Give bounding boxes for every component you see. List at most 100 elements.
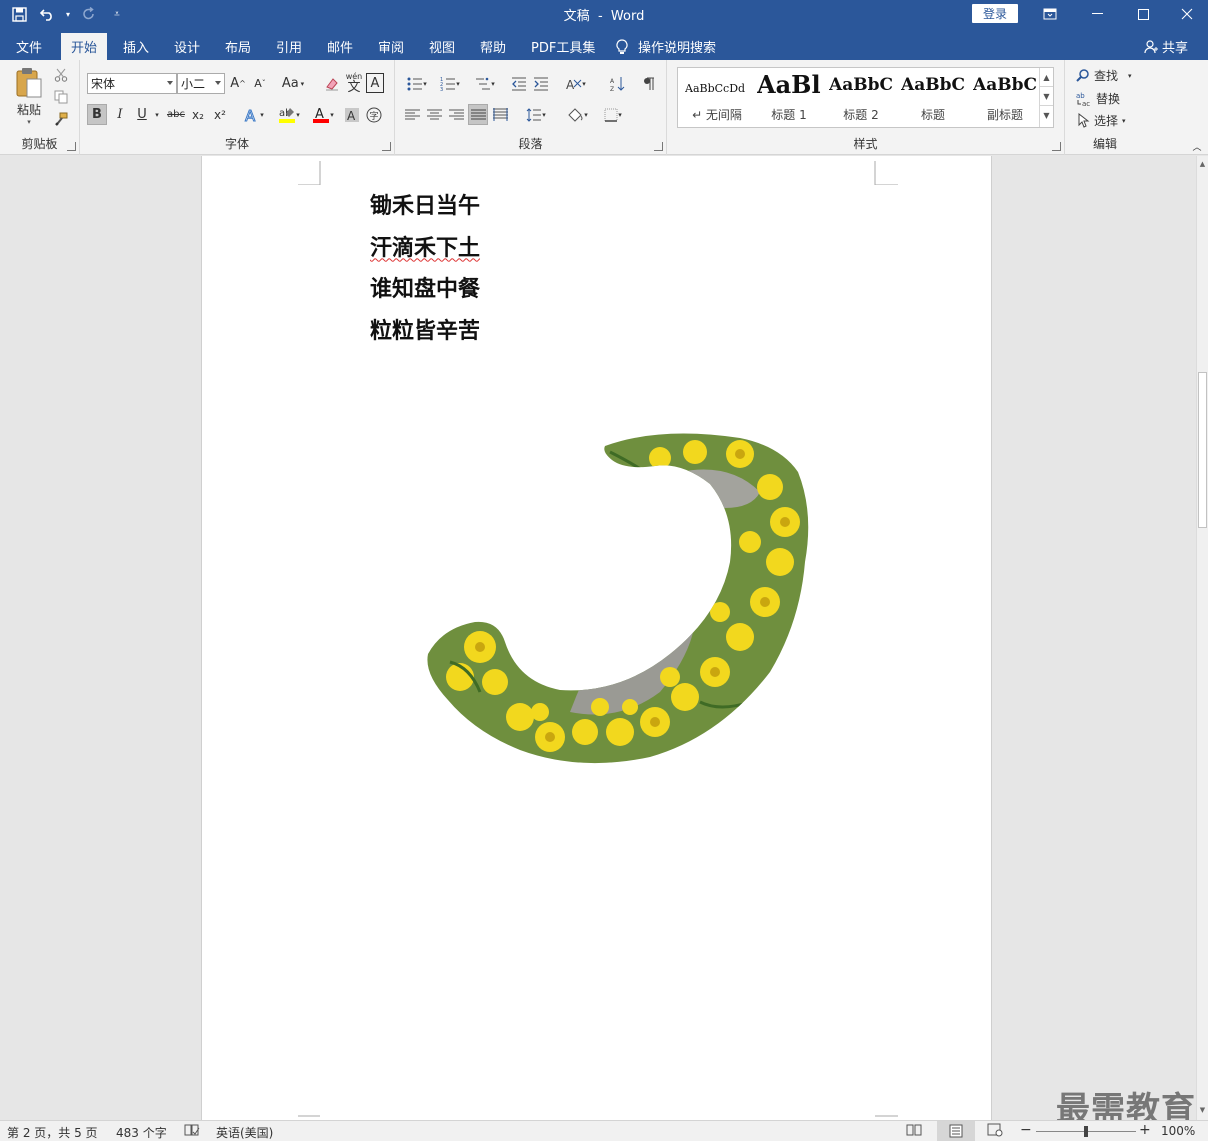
shrink-font-button[interactable]: Aˇ xyxy=(250,73,270,94)
line-spacing-button[interactable]: ▾ xyxy=(521,104,551,125)
chinese-layout-button[interactable]: A ▾ xyxy=(561,73,591,94)
paste-button[interactable]: 粘贴 ▾ xyxy=(10,65,48,127)
character-border-button[interactable]: A xyxy=(366,73,384,93)
enclose-characters-icon[interactable]: 字 xyxy=(364,104,384,125)
zoom-slider-thumb[interactable] xyxy=(1084,1126,1088,1137)
share-button[interactable]: 共享 xyxy=(1144,33,1188,60)
styles-launcher-icon[interactable] xyxy=(1052,142,1061,151)
print-layout-icon[interactable] xyxy=(937,1121,975,1141)
select-button[interactable]: 选择 ▾ xyxy=(1076,112,1126,129)
scroll-up-icon[interactable]: ▲ xyxy=(1197,158,1208,170)
change-case-button[interactable]: Aa ▾ xyxy=(278,73,308,94)
paragraph-launcher-icon[interactable] xyxy=(654,142,663,151)
numbering-button[interactable]: 1 2 3 ▾ xyxy=(435,73,465,94)
save-icon[interactable] xyxy=(8,4,30,24)
tell-me-search[interactable]: 操作说明搜索 xyxy=(616,33,716,60)
font-size-combo[interactable]: 小二 xyxy=(177,73,225,94)
tab-references[interactable]: 引用 xyxy=(266,33,312,60)
font-name-value: 宋体 xyxy=(91,77,116,91)
find-button[interactable]: 查找 ▾ xyxy=(1076,67,1132,84)
bullets-button[interactable]: ▾ xyxy=(402,73,432,94)
increase-indent-icon[interactable] xyxy=(531,73,551,94)
copy-icon[interactable] xyxy=(52,88,70,106)
poem-text[interactable]: 锄禾日当午 汗滴禾下土 谁知盘中餐 粒粒皆辛苦 xyxy=(370,192,480,358)
style-title[interactable]: AaBbC 标题 xyxy=(897,70,969,126)
font-launcher-icon[interactable] xyxy=(382,142,391,151)
read-mode-icon[interactable] xyxy=(906,1123,922,1140)
minimize-icon[interactable] xyxy=(1074,0,1120,28)
cut-icon[interactable] xyxy=(52,66,70,84)
tab-help[interactable]: 帮助 xyxy=(470,33,516,60)
replace-button[interactable]: ab ac 替换 xyxy=(1076,90,1120,107)
grow-font-button[interactable]: A ^ xyxy=(228,73,248,94)
language-indicator[interactable]: 英语(美国) xyxy=(216,1124,273,1141)
phonetic-guide-button[interactable]: wén 文 xyxy=(344,71,364,95)
customize-qat-icon[interactable]: ⩡ xyxy=(106,4,128,24)
tab-mailings[interactable]: 邮件 xyxy=(317,33,363,60)
redo-icon[interactable] xyxy=(78,4,100,24)
underline-dropdown-icon[interactable]: ▾ xyxy=(152,104,162,125)
tab-view[interactable]: 视图 xyxy=(419,33,465,60)
align-left-icon[interactable] xyxy=(402,104,422,125)
font-name-combo[interactable]: 宋体 xyxy=(87,73,177,94)
align-center-icon[interactable] xyxy=(424,104,444,125)
character-shading-icon[interactable]: A xyxy=(342,104,362,125)
zoom-level[interactable]: 100% xyxy=(1161,1124,1195,1138)
sort-icon[interactable]: AZ xyxy=(607,73,629,94)
shading-button[interactable]: ▾ xyxy=(561,104,593,125)
underline-button[interactable]: U xyxy=(132,104,152,125)
undo-icon[interactable] xyxy=(36,4,58,24)
document-page[interactable]: 锄禾日当午 汗滴禾下土 谁知盘中餐 粒粒皆辛苦 xyxy=(201,156,992,1120)
style-subtitle[interactable]: AaBbC 副标题 xyxy=(969,70,1041,126)
justify-icon[interactable] xyxy=(468,104,488,125)
strikethrough-button[interactable]: abc xyxy=(165,104,187,125)
tab-layout[interactable]: 布局 xyxy=(215,33,261,60)
tab-design[interactable]: 设计 xyxy=(164,33,210,60)
align-right-icon[interactable] xyxy=(446,104,466,125)
crescent-flower-image[interactable] xyxy=(420,432,810,766)
ribbon-display-options-icon[interactable] xyxy=(1027,0,1073,28)
lightbulb-icon xyxy=(616,38,628,54)
decrease-indent-icon[interactable] xyxy=(509,73,529,94)
show-formatting-marks-icon[interactable] xyxy=(639,73,659,94)
bold-button[interactable]: B xyxy=(87,104,107,125)
proofing-icon[interactable] xyxy=(184,1123,200,1140)
page-count[interactable]: 第 2 页，共 5 页 xyxy=(7,1124,98,1141)
superscript-button[interactable]: x² xyxy=(210,104,230,125)
undo-dropdown-icon[interactable]: ▾ xyxy=(64,4,72,24)
style-heading-2[interactable]: AaBbC 标题 2 xyxy=(825,70,897,126)
scroll-thumb[interactable] xyxy=(1198,372,1207,528)
subscript-button[interactable]: x₂ xyxy=(188,104,208,125)
style-heading-1[interactable]: AaBl 标题 1 xyxy=(753,70,825,126)
login-button[interactable]: 登录 xyxy=(972,4,1018,23)
style-no-spacing[interactable]: AaBbCcDd ↵ 无间隔 xyxy=(681,70,753,126)
clear-formatting-icon[interactable] xyxy=(322,73,342,94)
zoom-out-button[interactable]: − xyxy=(1020,1122,1032,1138)
highlight-color-button[interactable]: ab ▾ xyxy=(274,104,304,125)
tab-pdf-tools[interactable]: PDF工具集 xyxy=(521,33,605,60)
vertical-scrollbar[interactable]: ▲ ▼ xyxy=(1196,156,1208,1120)
word-count[interactable]: 483 个字 xyxy=(116,1124,167,1141)
tab-review[interactable]: 审阅 xyxy=(368,33,414,60)
tab-insert[interactable]: 插入 xyxy=(113,33,159,60)
zoom-in-button[interactable]: + xyxy=(1139,1122,1151,1138)
gallery-scroll-down-icon[interactable]: ▼ xyxy=(1040,87,1053,106)
distributed-icon[interactable] xyxy=(490,104,510,125)
maximize-icon[interactable] xyxy=(1120,0,1166,28)
gallery-scroll-up-icon[interactable]: ▲ xyxy=(1040,68,1053,87)
scroll-down-icon[interactable]: ▼ xyxy=(1197,1104,1208,1116)
multilevel-list-button[interactable]: ▾ xyxy=(469,73,501,94)
italic-button[interactable]: I xyxy=(110,104,130,125)
close-icon[interactable] xyxy=(1164,0,1208,28)
web-layout-icon[interactable] xyxy=(987,1123,1003,1140)
text-effects-button[interactable]: A ▾ xyxy=(240,104,268,125)
zoom-slider[interactable] xyxy=(1036,1126,1136,1137)
collapse-ribbon-icon[interactable]: ︿ xyxy=(1190,140,1204,153)
format-painter-icon[interactable] xyxy=(52,110,70,128)
clipboard-launcher-icon[interactable] xyxy=(67,142,76,151)
font-color-button[interactable]: A ▾ xyxy=(308,104,338,125)
tab-file[interactable]: 文件 xyxy=(6,33,52,60)
tab-home[interactable]: 开始 xyxy=(61,33,108,60)
borders-button[interactable]: ▾ xyxy=(597,104,629,125)
gallery-more-icon[interactable]: ▼ xyxy=(1040,106,1053,125)
